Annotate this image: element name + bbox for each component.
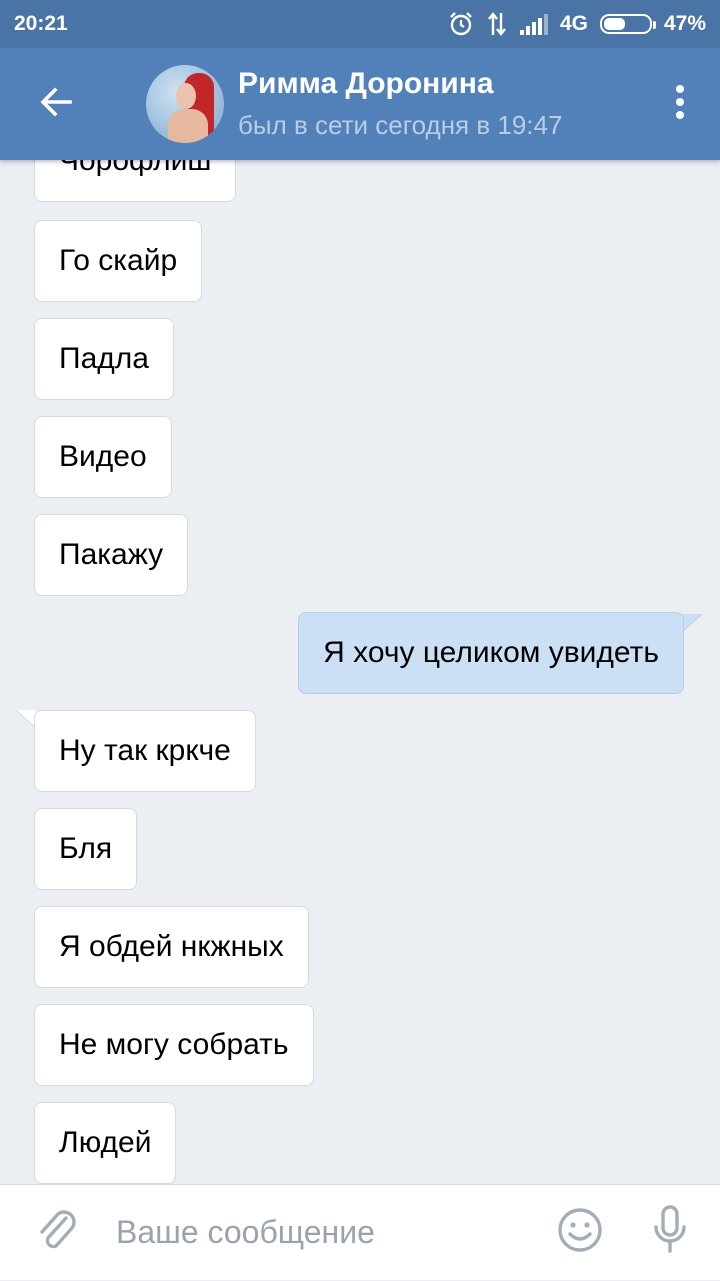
message-text: Чорофлиш <box>59 160 212 177</box>
arrow-left-icon <box>36 82 76 127</box>
message-bubble-outgoing[interactable]: Я хочу целиком увидеть <box>298 612 684 694</box>
status-icons: 4G 47% <box>448 11 706 37</box>
chat-header: Римма Доронина был в сети сегодня в 19:4… <box>0 48 720 160</box>
contact-info[interactable]: Римма Доронина был в сети сегодня в 19:4… <box>238 66 562 142</box>
message-text: Людей <box>59 1126 152 1159</box>
message-input[interactable] <box>116 1202 516 1263</box>
paperclip-icon <box>36 1206 80 1259</box>
message-bubble[interactable]: Бля <box>34 808 138 890</box>
back-button[interactable] <box>0 48 112 160</box>
message-text: Пакажу <box>59 538 164 571</box>
more-vertical-icon <box>674 84 686 125</box>
microphone-icon <box>652 1205 688 1260</box>
message-text: Не могу собрать <box>59 1028 289 1061</box>
message-text: Видео <box>59 440 147 473</box>
message-bubble[interactable]: Ну так кркче <box>34 710 256 792</box>
battery-icon <box>599 14 656 34</box>
battery-fill <box>603 18 625 30</box>
message-bubble[interactable]: Го скайр <box>34 220 203 302</box>
message-bubble[interactable]: Пакажу <box>34 514 189 596</box>
more-options-button[interactable] <box>640 48 720 160</box>
status-bar: 20:21 4G 47% <box>0 0 720 48</box>
message-composer <box>0 1184 720 1280</box>
message-text: Го скайр <box>59 244 178 277</box>
bubble-tail-outgoing <box>682 614 702 633</box>
network-type: 4G <box>559 12 588 35</box>
message-list[interactable]: Чорофлиш Го скайр Падла Видео Пакажу Я х… <box>0 160 720 1184</box>
emoji-button[interactable] <box>540 1185 620 1281</box>
message-bubble[interactable]: Я обдей нкжных <box>34 906 309 988</box>
alarm-icon <box>448 11 474 37</box>
smile-icon <box>557 1207 603 1258</box>
message-bubble[interactable]: Людей <box>34 1102 177 1184</box>
message-text: Я хочу целиком увидеть <box>323 636 659 669</box>
message-text: Ну так кркче <box>59 734 231 767</box>
message-text: Я обдей нкжных <box>59 930 284 963</box>
message-bubble[interactable]: Падла <box>34 318 174 400</box>
contact-last-seen: был в сети сегодня в 19:47 <box>238 110 563 140</box>
avatar[interactable] <box>146 65 224 143</box>
bubble-tail-incoming <box>16 710 36 729</box>
voice-message-button[interactable] <box>620 1185 720 1281</box>
contact-name: Римма Доронина <box>238 67 494 100</box>
message-bubble[interactable]: Чорофлиш <box>34 160 237 202</box>
battery-percent: 47% <box>663 12 706 35</box>
message-text: Падла <box>59 342 149 375</box>
message-bubble[interactable]: Не могу собрать <box>34 1004 314 1086</box>
message-text: Бля <box>59 832 113 865</box>
signal-icon <box>519 13 548 35</box>
data-transfer-icon <box>486 11 508 37</box>
message-bubble[interactable]: Видео <box>34 416 172 498</box>
attach-button[interactable] <box>0 1185 116 1281</box>
status-time: 20:21 <box>14 12 68 35</box>
